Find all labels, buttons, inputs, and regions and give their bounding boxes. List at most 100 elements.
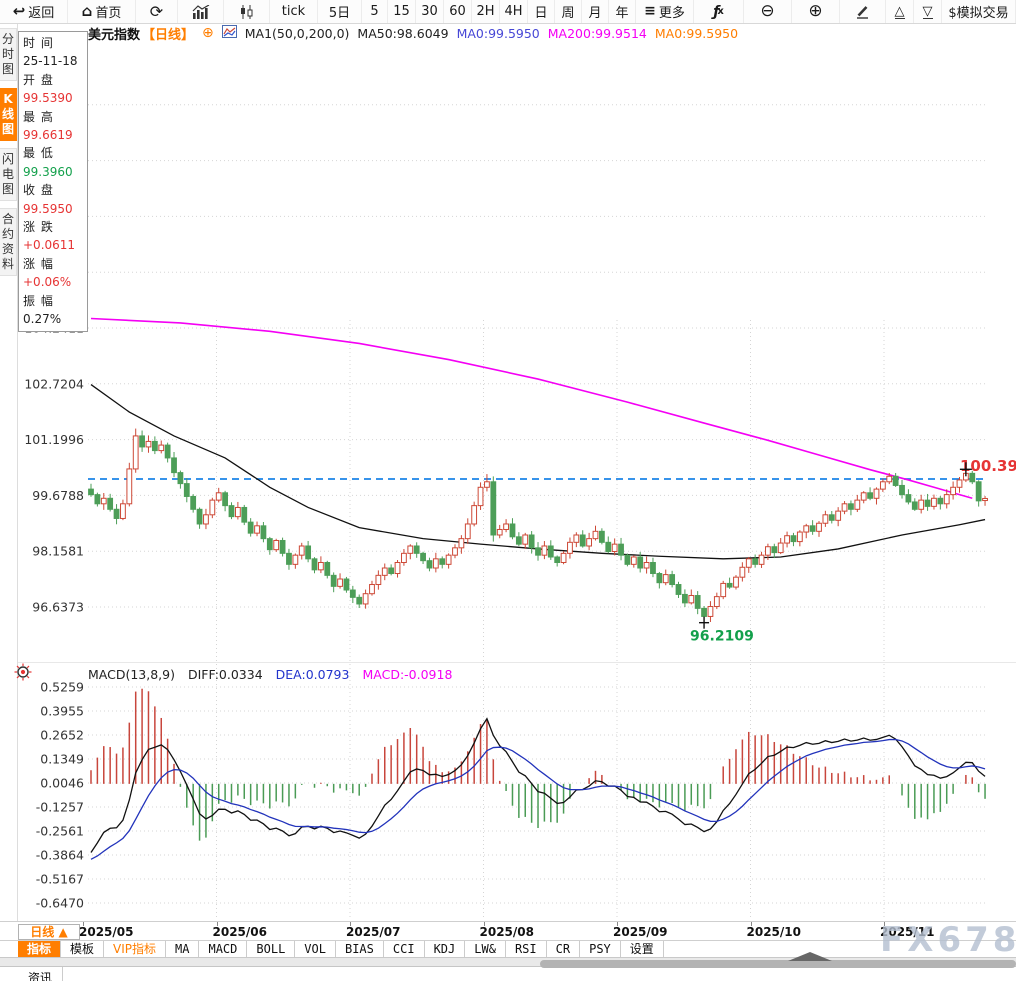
toolbar-tf-day-button[interactable]: 日 [528,0,555,23]
indicator-tab-cci[interactable]: CCI [384,941,425,957]
quote-field-label: 最 高 [23,108,87,126]
indicator-tab-shezhi[interactable]: 设置 [621,941,664,957]
svg-text:99.6788: 99.6788 [32,488,84,503]
quote-field-label: 开 盘 [23,71,87,89]
quote-field-value: 99.6619 [23,126,87,144]
svg-text:0.5259: 0.5259 [40,680,84,695]
svg-text:100.390: 100.390 [960,457,1016,475]
news-bar-divider [62,967,63,981]
svg-text:96.6373: 96.6373 [32,600,84,615]
x-axis-label: 2025/09 [613,925,667,939]
macd-legend: MACD(13,8,9) DIFF:0.0334 DEA:0.0793 MACD… [88,667,452,682]
toolbar-back-button[interactable]: ↩返回 [0,0,68,23]
indicator-tab-macd[interactable]: MACD [199,941,247,957]
sidebar-tab-shandian[interactable]: 闪电图 [0,148,17,201]
main-chart-canvas[interactable]: 104.2411102.7204101.199699.678898.158196… [0,0,1016,981]
toolbar-tf-year-button[interactable]: 年 [609,0,636,23]
quote-field-label: 涨 幅 [23,255,87,273]
quote-field-value: +0.06% [23,273,87,291]
toolbar-draw-button[interactable] [840,0,886,23]
quote-field-label: 收 盘 [23,181,87,199]
indicator-tab-lw[interactable]: LW& [465,941,506,957]
menu-icon: ≡ [644,4,656,19]
quote-field-value: 99.3960 [23,163,87,181]
sidebar-tab-kline[interactable]: K线图 [0,88,17,141]
candle-chart-icon [239,5,255,19]
indicator-tab-kdj[interactable]: KDJ [425,941,466,957]
sidebar-tab-heyue[interactable]: 合约资料 [0,208,17,276]
indicator-tab-zhibiao[interactable]: 指标 [18,941,61,957]
svg-text:-0.2561: -0.2561 [36,824,84,839]
indicator-tab-boll[interactable]: BOLL [247,941,295,957]
ma200-value: MA200:99.9514 [548,26,647,41]
x-axis-label: 2025/05 [79,925,133,939]
toolbar-indicators-fx-button[interactable]: ƒx [694,0,744,23]
quote-field-label: 时 间 [23,34,87,52]
back-arrow-icon: ↩ [13,4,26,19]
macd-dea-value: DEA:0.0793 [276,667,350,682]
x-axis-label: 2025/10 [747,925,801,939]
svg-text:0.1349: 0.1349 [40,752,84,767]
sidebar-tab-fenshi[interactable]: 分时图 [0,28,17,81]
horizontal-scrollbar[interactable] [540,960,1016,968]
x-axis-label: 2025/08 [480,925,534,939]
macd-bar-value: MACD:-0.0918 [362,667,452,682]
indicator-tab-rsi[interactable]: RSI [506,941,547,957]
x-axis-label: 2025/06 [213,925,267,939]
indicator-tab-cr[interactable]: CR [547,941,580,957]
toolbar-tf-5-button[interactable]: 5 [362,0,388,23]
toolbar-tf-week-button[interactable]: 周 [555,0,582,23]
quote-info-panel: 时 间25-11-18开 盘99.5390最 高99.6619最 低99.396… [18,31,88,332]
indicator-tab-psy[interactable]: PSY [580,941,621,957]
toolbar-zoom-in-button[interactable]: ⊕ [792,0,840,23]
macd-params: MACD(13,8,9) [88,667,175,682]
toolbar-candle-mode-button[interactable] [224,0,270,23]
timeframe-selector[interactable]: 日线 ▲ [18,924,80,940]
toolbar-tf-30-button[interactable]: 30 [416,0,444,23]
triangle-up-icon: △ [895,5,905,19]
quote-field-value: 0.27% [23,310,87,328]
indicator-settings-icon[interactable] [14,663,32,685]
news-tab[interactable]: 资讯 [28,969,52,981]
pencil-icon [855,4,870,19]
ma0-value-blue: MA0:99.5950 [457,26,540,41]
add-indicator-icon[interactable]: ⊕ [202,26,214,40]
toolbar-send-down-button[interactable]: ▽ [914,0,942,23]
panel-expand-handle[interactable] [788,952,832,961]
toolbar-tf-60-button[interactable]: 60 [444,0,472,23]
toolbar-tf-2h-button[interactable]: 2H [472,0,500,23]
home-icon: ⌂ [82,4,93,19]
zoom-out-icon: ⊖ [760,4,774,19]
indicator-tab-vol[interactable]: VOL [295,941,336,957]
svg-text:-0.1257: -0.1257 [36,799,84,814]
x-axis-label: 2025/07 [346,925,400,939]
function-icon: ƒx [713,4,724,20]
mini-chart-icon[interactable] [222,25,237,41]
toolbar-home-button[interactable]: ⌂首页 [68,0,136,23]
quote-field-value: 99.5950 [23,200,87,218]
indicator-tab-moban[interactable]: 模板 [61,941,104,957]
refresh-icon: ⟳ [150,4,163,19]
svg-text:98.1581: 98.1581 [32,544,84,559]
indicator-tab-ma[interactable]: MA [166,941,199,957]
toolbar-bar-chart-mode-button[interactable] [178,0,224,23]
chart-legend: 美元指数【日线】 ⊕ MA1(50,0,200,0) MA50:98.6049 … [88,25,738,41]
quote-field-label: 振 幅 [23,292,87,310]
toolbar-tick-button[interactable]: tick [270,0,318,23]
svg-text:0.3955: 0.3955 [40,704,84,719]
toolbar-zoom-out-button[interactable]: ⊖ [744,0,792,23]
toolbar-range-5d-button[interactable]: 5日 [318,0,362,23]
toolbar-tf-4h-button[interactable]: 4H [500,0,528,23]
indicator-tab-vip[interactable]: VIP指标 [104,941,166,957]
toolbar-sim-trade-button[interactable]: $模拟交易 [942,0,1016,23]
toolbar-tf-15-button[interactable]: 15 [388,0,416,23]
indicator-tabs-row: 指标模板VIP指标MAMACDBOLLVOLBIASCCIKDJLW&RSICR… [0,941,1016,958]
quote-field-value: 25-11-18 [23,52,87,70]
x-axis-label: 2025/11 [880,925,934,939]
toolbar-tf-month-button[interactable]: 月 [582,0,609,23]
toolbar-send-up-button[interactable]: △ [886,0,914,23]
indicator-tab-bias[interactable]: BIAS [336,941,384,957]
quote-field-value: +0.0611 [23,236,87,254]
toolbar-refresh-button[interactable]: ⟳ [136,0,178,23]
toolbar-more-button[interactable]: ≡更多 [636,0,694,23]
